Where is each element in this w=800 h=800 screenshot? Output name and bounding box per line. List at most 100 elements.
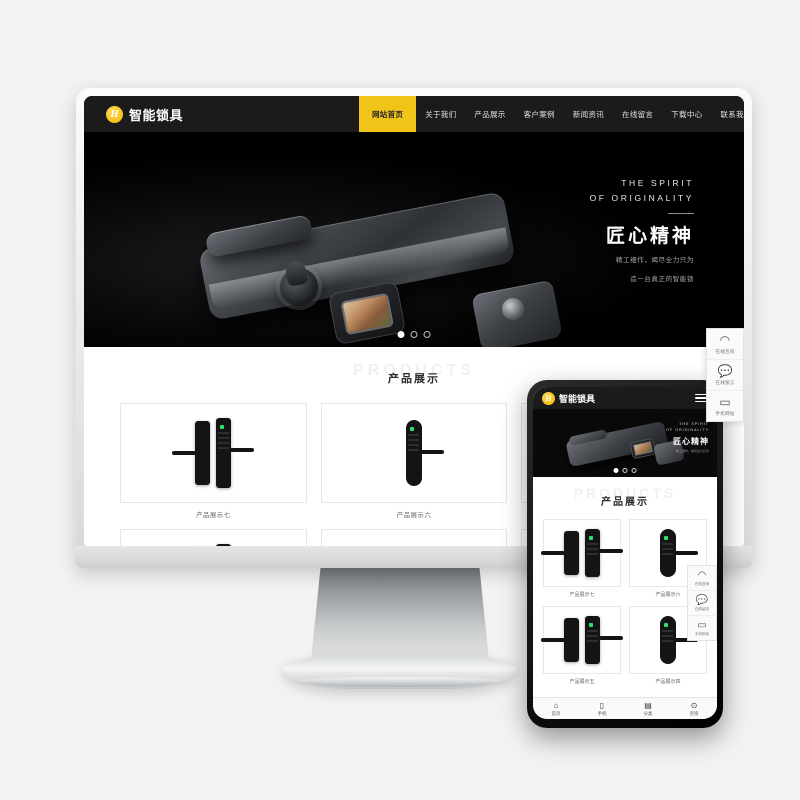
smart-lock-icon xyxy=(541,529,623,577)
slider-dot-2[interactable] xyxy=(410,331,418,338)
product-card[interactable]: 产品展示三 xyxy=(320,529,508,546)
mobile-logo-badge-icon: H xyxy=(542,391,555,405)
mobile-float-label: 在线咨询 xyxy=(694,582,710,586)
hero-english-line1: THE SPIRIT xyxy=(621,178,694,188)
nav-item-products[interactable]: 产品展示 xyxy=(465,96,514,132)
smart-lock-display-photo xyxy=(342,295,392,333)
chat-bubbles-icon: 💬 xyxy=(717,364,733,378)
mobile-float-label: 在线留言 xyxy=(694,607,710,611)
float-item-online-consult[interactable]: ◠ 在线咨询 xyxy=(707,329,743,360)
mobile-product-name: 产品展示七 xyxy=(569,592,595,598)
product-name: 产品展示六 xyxy=(396,512,432,519)
mobile-slider-dot-3[interactable] xyxy=(631,468,637,473)
mobile-floating-service-toolbar: ◠ 在线咨询 💬 在线留言 ▭ 手机网站 xyxy=(687,565,717,641)
chat-bubbles-icon: 💬 xyxy=(695,595,709,606)
float-label: 在线留言 xyxy=(715,380,735,385)
mobile-tab-home[interactable]: ⌂ 首页 xyxy=(533,701,579,717)
nav-item-message[interactable]: 在线留言 xyxy=(613,96,662,132)
nav-item-downloads[interactable]: 下载中心 xyxy=(662,96,711,132)
mobile-hero-english-line2: OF ORIGINALITY xyxy=(666,428,709,433)
product-card[interactable]: 产品展示七 xyxy=(120,403,307,519)
smart-lock-icon xyxy=(541,616,623,664)
mobile-tab-category[interactable]: ▤ 分类 xyxy=(625,701,671,717)
mobile-float-item-mobile-site[interactable]: ▭ 手机网站 xyxy=(688,616,716,640)
info-circle-icon: ⊙ xyxy=(690,700,698,710)
screenshot-stage: H 智能锁具 网站首页 关于我们 产品展示 客户案例 新闻资讯 在线留言 下载中… xyxy=(0,0,800,800)
mobile-float-label: 手机网站 xyxy=(694,632,710,636)
nav-item-about[interactable]: 关于我们 xyxy=(416,96,465,132)
mobile-product-card[interactable]: 产品展示五 xyxy=(541,606,623,685)
nav-item-home[interactable]: 网站首页 xyxy=(359,96,417,132)
floating-service-toolbar: ◠ 在线咨询 💬 在线留言 ▭ 手机网站 xyxy=(706,328,744,422)
float-label: 手机网站 xyxy=(715,411,735,416)
mobile-phone-icon: ▭ xyxy=(697,620,707,631)
headset-icon: ◠ xyxy=(697,570,707,581)
mobile-tab-label: 手机 xyxy=(597,710,607,716)
mobile-logo-text: 智能锁具 xyxy=(559,393,596,404)
hero-subtitle-line2: 造一台真正的智能锁 xyxy=(630,276,694,284)
mobile-products-heading: PRODUCTS 产品展示 xyxy=(533,485,717,515)
mobile-hero-chinese-title: 匠心精神 xyxy=(673,437,709,447)
mobile-tab-label: 分类 xyxy=(643,710,653,716)
hero-subtitle-line1: 精工细作，竭尽全力只为 xyxy=(615,256,694,264)
hero-text-block: THE SPIRIT OF ORIGINALITY 匠心精神 精工细作，竭尽全力… xyxy=(590,176,694,286)
hero-slider-dots xyxy=(397,331,431,338)
product-thumbnail xyxy=(120,529,307,546)
product-card[interactable]: 产品展示六 xyxy=(320,403,508,519)
mobile-tab-phone[interactable]: ▯ 手机 xyxy=(579,701,625,717)
nav-item-cases[interactable]: 客户案例 xyxy=(515,96,564,132)
mobile-slider-dots xyxy=(613,468,637,473)
float-item-mobile-site[interactable]: ▭ 手机网站 xyxy=(707,391,743,421)
product-thumbnail xyxy=(320,403,508,503)
product-thumbnail xyxy=(120,403,307,503)
hero-banner: THE SPIRIT OF ORIGINALITY 匠心精神 精工细作，竭尽全力… xyxy=(84,132,744,347)
mobile-header: H 智能锁具 xyxy=(533,387,717,409)
mobile-logo[interactable]: H 智能锁具 xyxy=(542,391,596,405)
product-card[interactable]: 产品展示四 xyxy=(120,529,307,546)
mobile-tab-label: 首页 xyxy=(551,710,561,716)
smart-lock-icon xyxy=(405,420,444,486)
mobile-slider-dot-2[interactable] xyxy=(622,468,628,473)
product-name: 产品展示七 xyxy=(196,512,231,519)
home-icon: ⌂ xyxy=(553,700,559,710)
mobile-tab-label: 咨询 xyxy=(689,710,699,716)
mobile-phone-icon: ▭ xyxy=(719,395,731,409)
mobile-hero-text: THE SPIRIT OF ORIGINALITY 匠心精神 精工细作，竭尽全力… xyxy=(666,421,709,454)
product-thumbnail xyxy=(320,529,508,546)
logo-badge-icon: H xyxy=(106,105,123,123)
mobile-hero-banner: THE SPIRIT OF ORIGINALITY 匠心精神 精工细作，竭尽全力… xyxy=(533,409,717,477)
hero-chinese-title: 匠心精神 xyxy=(605,225,694,247)
mobile-float-item-online-message[interactable]: 💬 在线留言 xyxy=(688,591,716,616)
mobile-products-title: 产品展示 xyxy=(601,497,649,508)
hero-divider xyxy=(668,212,694,214)
mobile-bottom-navigation: ⌂ 首页 ▯ 手机 ▤ 分类 ⊙ 咨询 xyxy=(533,697,717,719)
mobile-product-thumbnail xyxy=(541,606,623,674)
mobile-product-name: 产品展示五 xyxy=(569,679,595,685)
hero-english-line2: OF ORIGINALITY xyxy=(589,192,694,203)
mobile-screen: H 智能锁具 THE SPIRIT OF ORIGINALITY 匠心精神 精工… xyxy=(533,387,717,719)
mobile-tab-consult[interactable]: ⊙ 咨询 xyxy=(671,701,717,717)
site-logo[interactable]: H 智能锁具 xyxy=(106,105,183,124)
mobile-product-thumbnail xyxy=(541,519,623,587)
float-label: 在线咨询 xyxy=(715,349,735,354)
monitor-stand-base xyxy=(283,655,517,689)
smart-lock-icon xyxy=(660,529,698,577)
mobile-smart-lock-display xyxy=(629,437,657,460)
headset-icon: ◠ xyxy=(719,333,731,347)
mobile-product-card[interactable]: 产品展示七 xyxy=(541,519,623,598)
float-item-online-message[interactable]: 💬 在线留言 xyxy=(707,360,743,391)
nav-item-contact[interactable]: 联系我们 xyxy=(711,96,744,132)
nav-item-news[interactable]: 新闻资讯 xyxy=(564,96,613,132)
main-navigation: 网站首页 关于我们 产品展示 客户案例 新闻资讯 在线留言 下载中心 联系我们 xyxy=(359,96,744,132)
mobile-product-name: 产品展示四 xyxy=(655,679,681,685)
phone-icon: ▯ xyxy=(599,700,605,710)
mobile-slider-dot-1[interactable] xyxy=(613,468,619,473)
grid-category-icon: ▤ xyxy=(644,700,652,710)
mobile-float-item-online-consult[interactable]: ◠ 在线咨询 xyxy=(688,566,716,591)
slider-dot-3[interactable] xyxy=(423,331,431,338)
mobile-phone-frame: H 智能锁具 THE SPIRIT OF ORIGINALITY 匠心精神 精工… xyxy=(527,380,723,728)
logo-text: 智能锁具 xyxy=(129,107,184,123)
mobile-hero-subtitle-line1: 精工细作，竭尽全力只为 xyxy=(675,449,709,454)
slider-dot-1[interactable] xyxy=(397,331,405,338)
site-header: H 智能锁具 网站首页 关于我们 产品展示 客户案例 新闻资讯 在线留言 下载中… xyxy=(84,96,744,132)
